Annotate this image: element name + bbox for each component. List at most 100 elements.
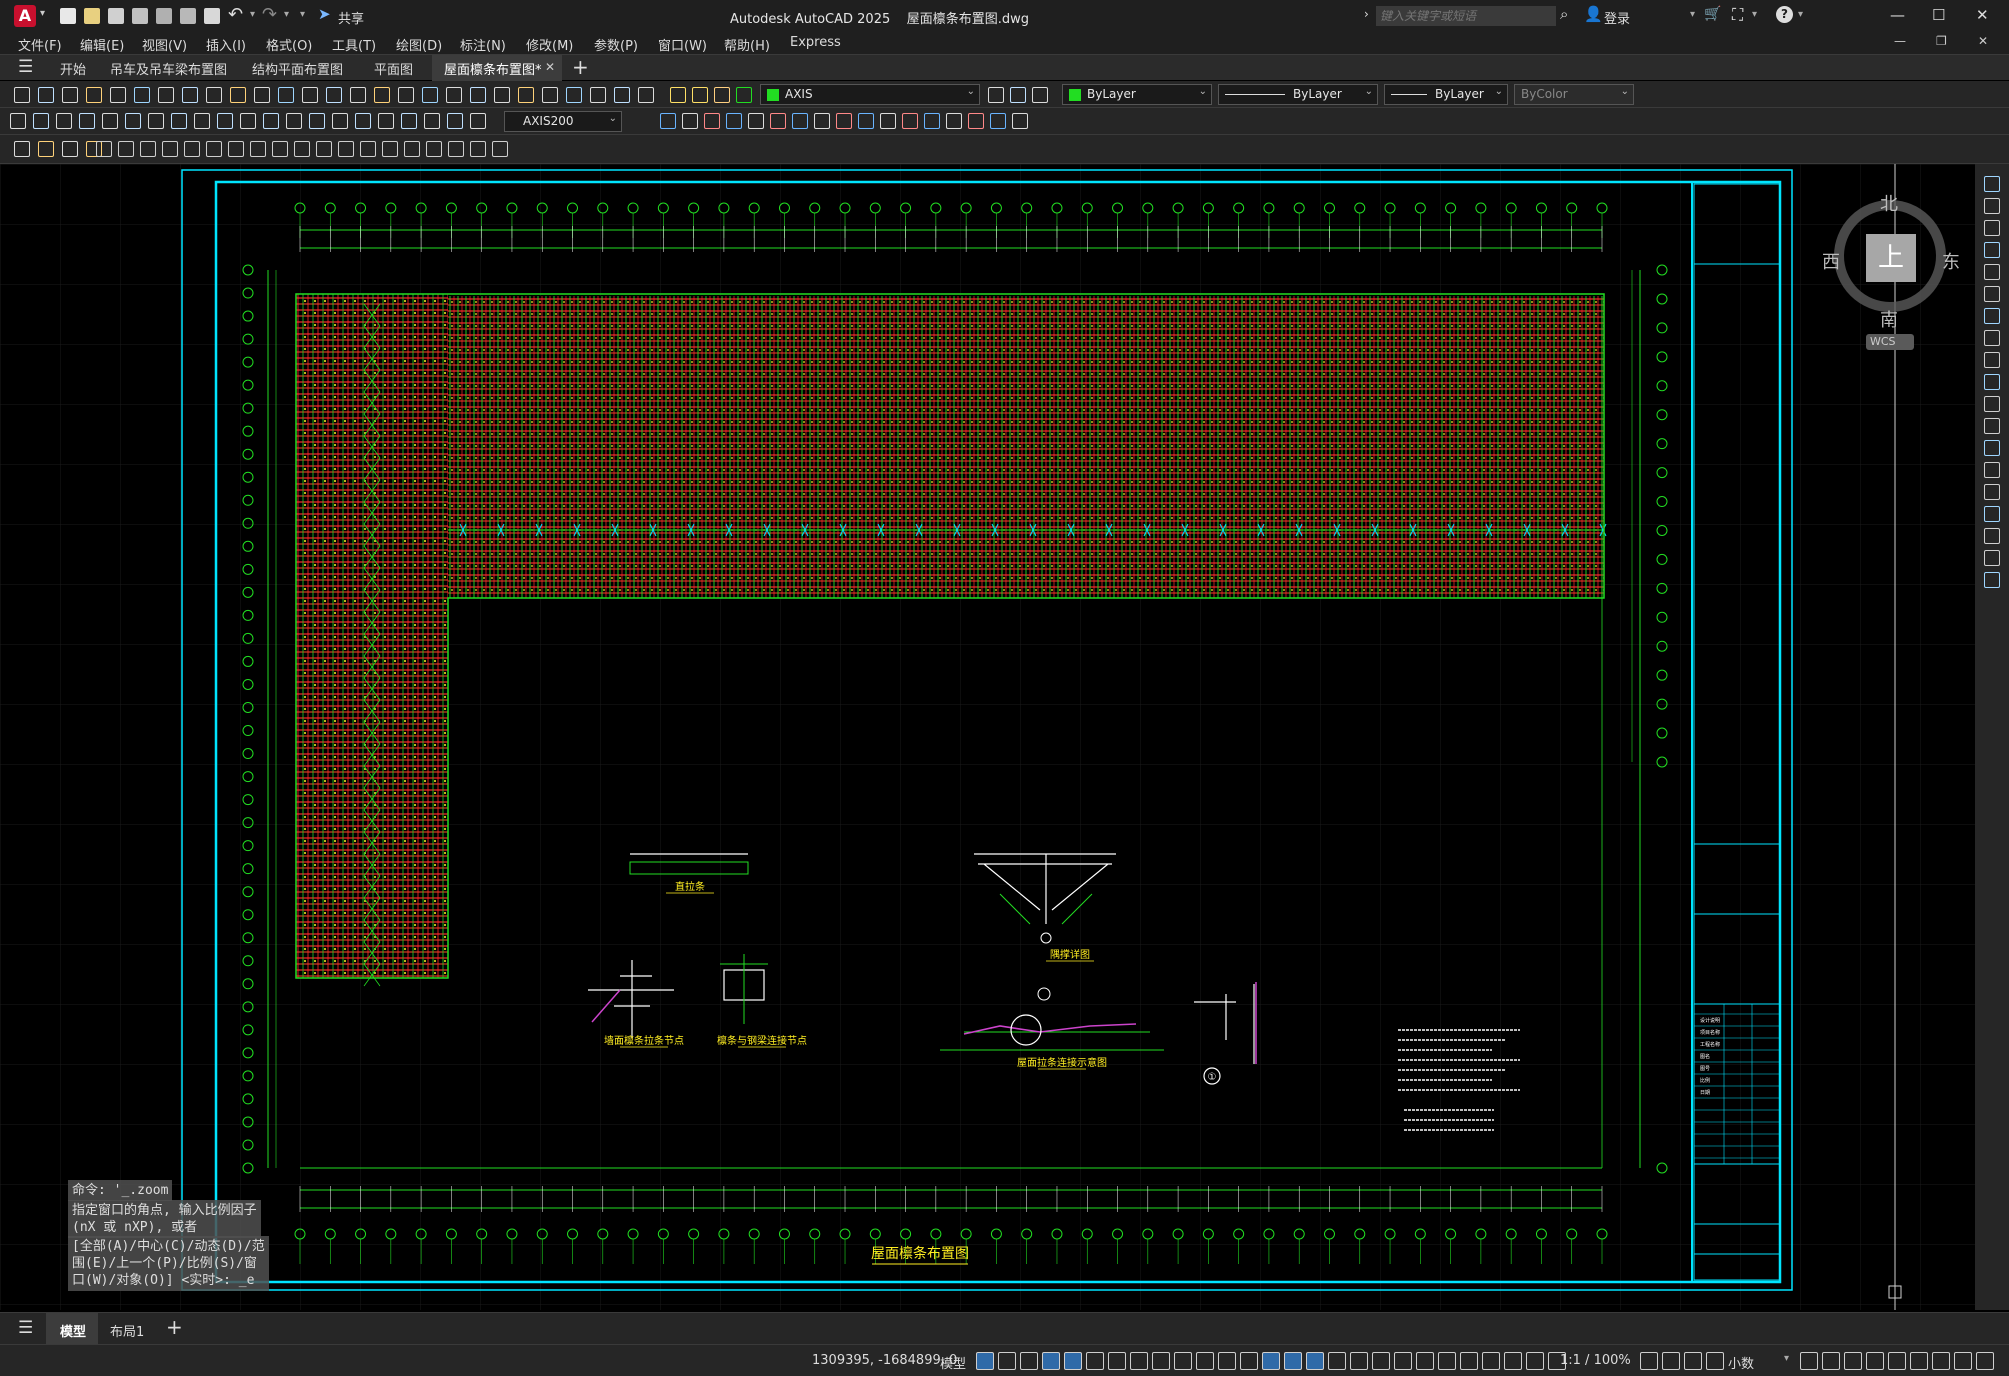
modify-tool-icon[interactable] xyxy=(1984,440,2000,456)
undo-icon[interactable]: ↶ xyxy=(228,4,243,25)
dimension-tool-icon[interactable] xyxy=(171,113,187,129)
draw-tool-icon[interactable] xyxy=(96,141,112,157)
draw-tool-icon[interactable] xyxy=(272,141,288,157)
standard-tool-icon[interactable] xyxy=(494,87,510,103)
dimension-tool-icon[interactable] xyxy=(240,113,256,129)
coordinate-readout[interactable]: 1309395, -1684899, 0 xyxy=(812,1353,957,1368)
dimstyle-dropdown[interactable]: AXIS200 ⌄ xyxy=(504,111,622,132)
dimension-tool-icon[interactable] xyxy=(10,113,26,129)
layout-menu-icon[interactable]: ☰ xyxy=(18,1318,33,1338)
status-toggle-icon[interactable] xyxy=(1954,1352,1972,1370)
status-toggle-icon[interactable] xyxy=(1706,1352,1724,1370)
modify-tool-icon[interactable] xyxy=(1984,572,2000,588)
modify-tool-icon[interactable] xyxy=(1984,264,2000,280)
status-toggle-icon[interactable] xyxy=(1910,1352,1928,1370)
app-dropdown-icon[interactable]: ▾ xyxy=(1752,9,1757,20)
viewcube[interactable]: 上 北 南 西 东 xyxy=(1820,178,1960,331)
menu-draw[interactable]: 绘图(D) xyxy=(396,35,442,54)
mdi-minimize-icon[interactable]: — xyxy=(1894,34,1906,48)
linetype-dropdown[interactable]: ByLayer ⌄ xyxy=(1218,84,1378,105)
modify-tool-icon[interactable] xyxy=(1984,198,2000,214)
dimension-tool-icon[interactable] xyxy=(125,113,141,129)
autocad-logo-icon[interactable]: A xyxy=(14,5,36,27)
mdi-close-icon[interactable]: ✕ xyxy=(1978,34,1988,48)
standard-tool-icon[interactable] xyxy=(230,87,246,103)
cad-drawing-canvas[interactable]: 设计说明项目名称工程名称图名图号比例日期 屋面檩条布置图 直拉条隅撑详图墙面檩条… xyxy=(0,164,1975,1310)
tab-crane-beam[interactable]: 吊车及吊车梁布置图 xyxy=(110,59,227,78)
standard-tool-icon[interactable] xyxy=(446,87,462,103)
modify-tool-icon[interactable] xyxy=(1984,550,2000,566)
status-toggle-icon[interactable] xyxy=(1020,1352,1038,1370)
dimension-tool-icon[interactable] xyxy=(102,113,118,129)
tab-close-icon[interactable]: ✕ xyxy=(545,60,555,74)
modify-tool-icon[interactable] xyxy=(1012,113,1028,129)
menu-window[interactable]: 窗口(W) xyxy=(658,35,707,54)
dimension-tool-icon[interactable] xyxy=(286,113,302,129)
modify-tool-icon[interactable] xyxy=(748,113,764,129)
lineweight-dropdown[interactable]: ByLayer ⌄ xyxy=(1384,84,1508,105)
modify-tool-icon[interactable] xyxy=(990,113,1006,129)
draw-tool-icon[interactable] xyxy=(250,141,266,157)
menu-help[interactable]: 帮助(H) xyxy=(724,35,770,54)
status-toggle-icon[interactable] xyxy=(1662,1352,1680,1370)
new-tab-icon[interactable]: + xyxy=(572,55,589,79)
standard-tool-icon[interactable] xyxy=(134,87,150,103)
open-file-icon[interactable] xyxy=(84,8,100,24)
modify-tool-icon[interactable] xyxy=(682,113,698,129)
modify-tool-icon[interactable] xyxy=(726,113,742,129)
user-icon[interactable]: 👤 xyxy=(1584,5,1603,23)
standard-tool-icon[interactable] xyxy=(542,87,558,103)
modify-tool-icon[interactable] xyxy=(902,113,918,129)
modify-tool-icon[interactable] xyxy=(1984,418,2000,434)
standard-tool-icon[interactable] xyxy=(110,87,126,103)
annotation-scale[interactable]: 1:1 / 100% xyxy=(1560,1353,1631,1368)
customize-quickaccess-icon[interactable]: ▾ xyxy=(300,9,305,20)
standard-tool-icon[interactable] xyxy=(590,87,606,103)
standard-tool-icon[interactable] xyxy=(614,87,630,103)
modify-tool-icon[interactable] xyxy=(1984,242,2000,258)
modify-tool-icon[interactable] xyxy=(1984,484,2000,500)
status-toggle-icon[interactable] xyxy=(1822,1352,1840,1370)
status-toggle-icon[interactable] xyxy=(1866,1352,1884,1370)
draw-tool-icon[interactable] xyxy=(140,141,156,157)
draw-tool-icon[interactable] xyxy=(294,141,310,157)
standard-tool-icon[interactable] xyxy=(278,87,294,103)
modify-tool-icon[interactable] xyxy=(858,113,874,129)
layer-dropdown[interactable]: AXIS ⌄ xyxy=(760,84,980,105)
wcs-menu-button[interactable]: WCS xyxy=(1866,334,1914,350)
menu-file[interactable]: 文件(F) xyxy=(18,35,62,54)
dimension-tool-icon[interactable] xyxy=(79,113,95,129)
modify-tool-icon[interactable] xyxy=(1984,352,2000,368)
edit-tool-icon[interactable] xyxy=(62,141,78,157)
menu-tools[interactable]: 工具(T) xyxy=(332,35,376,54)
close-icon[interactable]: ✕ xyxy=(1976,6,1989,24)
save-web-icon[interactable] xyxy=(180,8,196,24)
new-file-icon[interactable] xyxy=(60,8,76,24)
modify-tool-icon[interactable] xyxy=(968,113,984,129)
layout-tab-layout1[interactable]: 布局1 xyxy=(110,1321,144,1340)
add-layout-icon[interactable]: + xyxy=(166,1315,183,1339)
modify-tool-icon[interactable] xyxy=(704,113,720,129)
minimize-icon[interactable]: — xyxy=(1890,6,1905,24)
units-chevron-icon[interactable]: ▾ xyxy=(1784,1353,1789,1364)
status-toggle-icon[interactable] xyxy=(1108,1352,1126,1370)
status-toggle-icon[interactable] xyxy=(1526,1352,1544,1370)
tab-start[interactable]: 开始 xyxy=(60,59,86,78)
status-toggle-icon[interactable] xyxy=(1328,1352,1346,1370)
standard-tool-icon[interactable] xyxy=(422,87,438,103)
menu-express[interactable]: Express xyxy=(790,35,841,50)
modify-tool-icon[interactable] xyxy=(660,113,676,129)
edit-tool-icon[interactable] xyxy=(14,141,30,157)
status-toggle-icon[interactable] xyxy=(1064,1352,1082,1370)
share-button[interactable]: 共享 xyxy=(338,8,364,27)
draw-tool-icon[interactable] xyxy=(338,141,354,157)
dimension-tool-icon[interactable] xyxy=(447,113,463,129)
plotstyle-dropdown[interactable]: ByColor ⌄ xyxy=(1514,84,1634,105)
cart-icon[interactable]: 🛒 xyxy=(1704,6,1721,22)
standard-tool-icon[interactable] xyxy=(62,87,78,103)
standard-tool-icon[interactable] xyxy=(86,87,102,103)
modify-tool-icon[interactable] xyxy=(946,113,962,129)
status-toggle-icon[interactable] xyxy=(1042,1352,1060,1370)
plot-icon[interactable] xyxy=(204,8,220,24)
menu-insert[interactable]: 插入(I) xyxy=(206,35,246,54)
